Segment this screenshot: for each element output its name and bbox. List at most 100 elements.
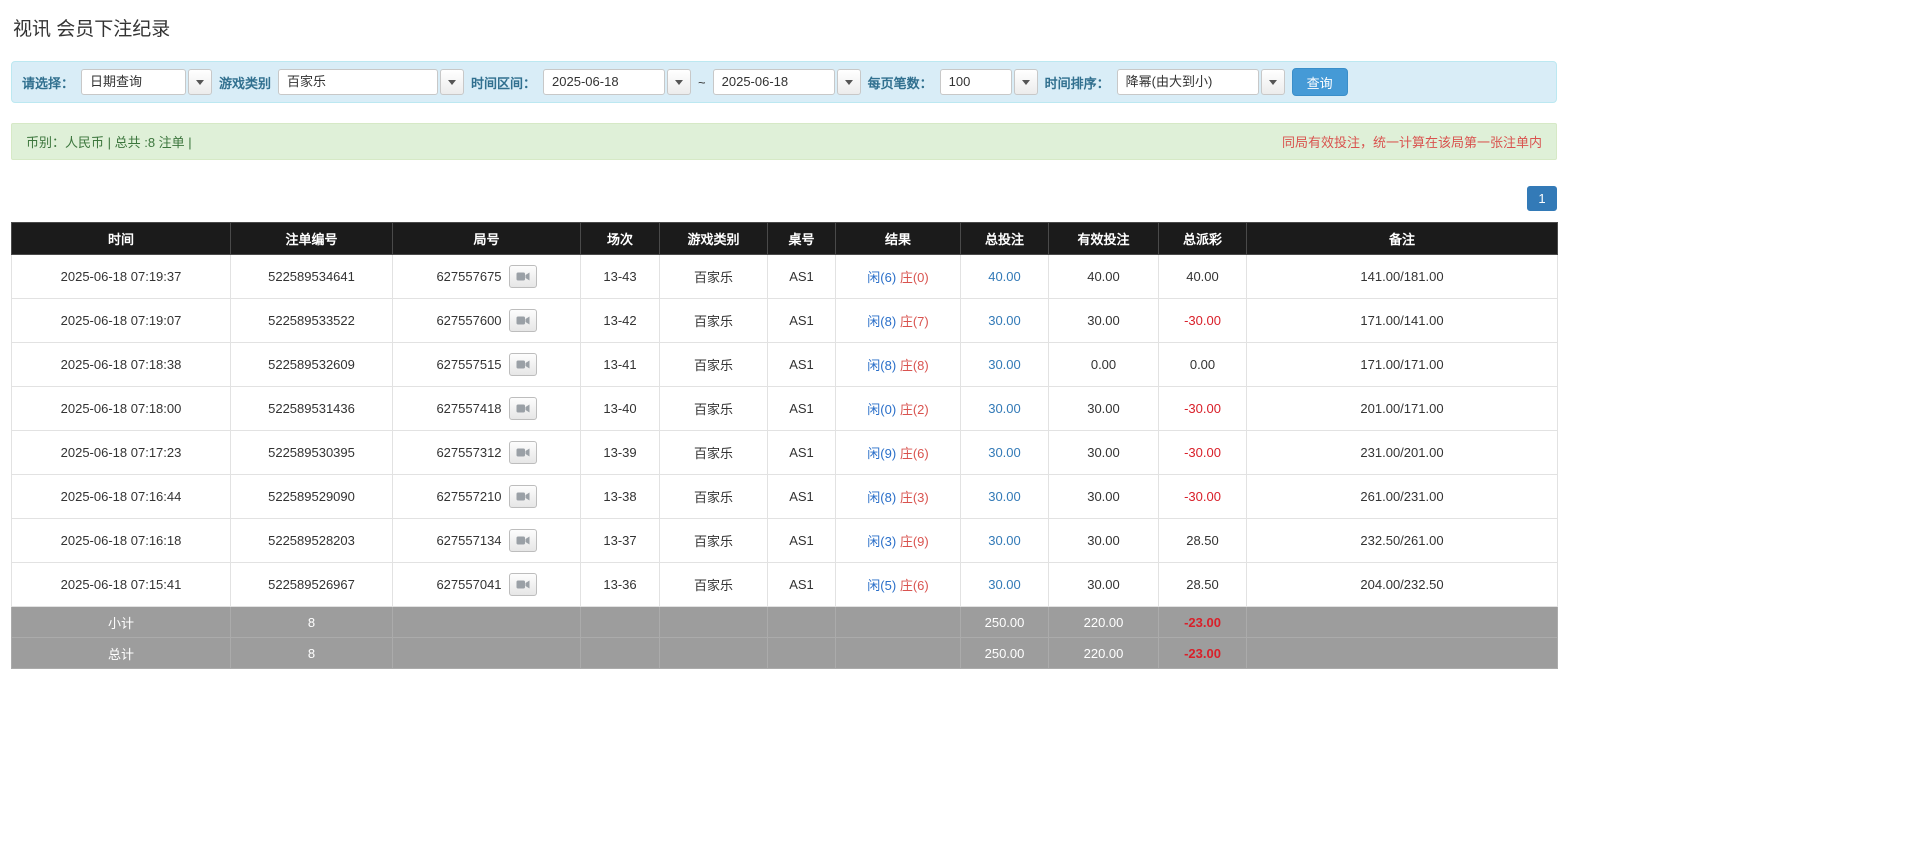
header-payout: 总派彩 xyxy=(1158,222,1247,255)
round-id-text: 627557312 xyxy=(436,445,502,460)
total-bet-link[interactable]: 40.00 xyxy=(988,269,1021,284)
round-id-text: 627557600 xyxy=(436,313,502,328)
cell-game-type: 百家乐 xyxy=(659,562,768,607)
video-replay-icon[interactable] xyxy=(508,441,537,464)
video-replay-icon[interactable] xyxy=(508,265,537,288)
cell-result: 闲(8) 庄(8) xyxy=(835,342,961,387)
total-bet-link[interactable]: 30.00 xyxy=(988,577,1021,592)
date-to-picker[interactable]: 2025-06-18 xyxy=(712,69,861,95)
date-from-picker[interactable]: 2025-06-18 xyxy=(543,69,692,95)
result-player: 闲(6) xyxy=(867,270,897,285)
cell-bet-id: 522589533522 xyxy=(230,298,393,343)
cell-valid-bet: 30.00 xyxy=(1048,518,1159,563)
query-type-value[interactable]: 日期查询 xyxy=(81,69,187,95)
subtotal-valid-bet: 220.00 xyxy=(1048,606,1159,638)
page-size-dropdown[interactable]: 100 xyxy=(939,69,1038,95)
time-sort-label: 时间排序： xyxy=(1044,75,1110,91)
summary-bar: 币别：人民币 | 总共 :8 注单 | 同局有效投注，统一计算在该局第一张注单内 xyxy=(11,123,1557,160)
time-sort-caret-button[interactable] xyxy=(1260,69,1285,95)
chevron-down-icon xyxy=(1268,79,1277,85)
payout-value: 28.50 xyxy=(1186,577,1219,592)
query-type-dropdown[interactable]: 日期查询 xyxy=(81,69,213,95)
total-bet-link[interactable]: 30.00 xyxy=(988,313,1021,328)
result-banker: 庄(6) xyxy=(899,578,929,593)
cell-table-no: AS1 xyxy=(767,342,836,387)
round-id-text: 627557675 xyxy=(436,269,502,284)
page-button-1[interactable]: 1 xyxy=(1527,186,1557,211)
date-to-value[interactable]: 2025-06-18 xyxy=(712,69,835,95)
total-bet-link[interactable]: 30.00 xyxy=(988,357,1021,372)
page-size-caret-button[interactable] xyxy=(1013,69,1038,95)
cell-session: 13-36 xyxy=(580,562,660,607)
header-bet-id: 注单编号 xyxy=(230,222,393,255)
cell-valid-bet: 30.00 xyxy=(1048,298,1159,343)
date-to-caret-button[interactable] xyxy=(836,69,861,95)
query-type-caret-button[interactable] xyxy=(188,69,213,95)
cell-game-type: 百家乐 xyxy=(659,254,768,299)
result-banker: 庄(3) xyxy=(899,490,929,505)
round-id-text: 627557210 xyxy=(436,489,502,504)
header-table-no: 桌号 xyxy=(767,222,836,255)
cell-remark: 232.50/261.00 xyxy=(1246,518,1558,563)
result-banker: 庄(7) xyxy=(899,314,929,329)
filter-bar: 请选择： 日期查询 游戏类别 百家乐 时间区间： 2025-06-18 ~ 20… xyxy=(11,61,1557,103)
video-replay-icon[interactable] xyxy=(508,309,537,332)
cell-session: 13-40 xyxy=(580,386,660,431)
cell-time: 2025-06-18 07:16:44 xyxy=(11,474,231,519)
date-from-value[interactable]: 2025-06-18 xyxy=(543,69,666,95)
cell-payout: -30.00 xyxy=(1158,386,1247,431)
search-button[interactable]: 查询 xyxy=(1291,68,1348,96)
cell-bet-id: 522589529090 xyxy=(230,474,393,519)
cell-session: 13-41 xyxy=(580,342,660,387)
video-replay-icon[interactable] xyxy=(508,397,537,420)
select-type-label: 请选择： xyxy=(22,75,75,91)
cell-round-id: 627557210 xyxy=(392,474,581,519)
round-id-text: 627557041 xyxy=(436,577,502,592)
result-player: 闲(5) xyxy=(867,578,897,593)
cell-result: 闲(5) 庄(6) xyxy=(835,562,961,607)
cell-valid-bet: 30.00 xyxy=(1048,386,1159,431)
total-bet-link[interactable]: 30.00 xyxy=(988,533,1021,548)
time-sort-dropdown[interactable]: 降幂(由大到小) xyxy=(1116,69,1285,95)
date-range-label: 时间区间： xyxy=(471,75,537,91)
game-type-value[interactable]: 百家乐 xyxy=(278,69,439,95)
result-banker: 庄(2) xyxy=(899,402,929,417)
total-bet-link[interactable]: 30.00 xyxy=(988,401,1021,416)
cell-bet-id: 522589531436 xyxy=(230,386,393,431)
cell-remark: 141.00/181.00 xyxy=(1246,254,1558,299)
cell-table-no: AS1 xyxy=(767,254,836,299)
game-type-caret-button[interactable] xyxy=(440,69,465,95)
video-replay-icon[interactable] xyxy=(508,485,537,508)
cell-total-bet: 30.00 xyxy=(960,386,1049,431)
cell-time: 2025-06-18 07:19:07 xyxy=(11,298,231,343)
cell-round-id: 627557134 xyxy=(392,518,581,563)
result-banker: 庄(0) xyxy=(899,270,929,285)
page-size-value[interactable]: 100 xyxy=(939,69,1012,95)
cell-time: 2025-06-18 07:16:18 xyxy=(11,518,231,563)
total-count: 8 xyxy=(230,637,393,669)
total-bet-link[interactable]: 30.00 xyxy=(988,489,1021,504)
video-replay-icon[interactable] xyxy=(508,529,537,552)
cell-payout: -30.00 xyxy=(1158,474,1247,519)
game-type-dropdown[interactable]: 百家乐 xyxy=(278,69,465,95)
header-remark: 备注 xyxy=(1246,222,1558,255)
date-from-caret-button[interactable] xyxy=(667,69,692,95)
time-sort-value[interactable]: 降幂(由大到小) xyxy=(1116,69,1259,95)
table-row: 2025-06-18 07:16:44 522589529090 627557210… xyxy=(11,474,1558,519)
cell-valid-bet: 30.00 xyxy=(1048,474,1159,519)
video-replay-icon[interactable] xyxy=(508,573,537,596)
subtotal-payout: -23.00 xyxy=(1184,614,1221,630)
cell-total-bet: 30.00 xyxy=(960,562,1049,607)
cell-payout: 40.00 xyxy=(1158,254,1247,299)
cell-time: 2025-06-18 07:18:00 xyxy=(11,386,231,431)
cell-total-bet: 30.00 xyxy=(960,518,1049,563)
table-row: 2025-06-18 07:19:07 522589533522 627557600… xyxy=(11,298,1558,343)
table-header: 时间 注单编号 局号 场次 游戏类别 桌号 结果 总投注 有效投注 总派彩 备注 xyxy=(11,222,1558,255)
cell-round-id: 627557600 xyxy=(392,298,581,343)
total-bet-link[interactable]: 30.00 xyxy=(988,445,1021,460)
cell-remark: 201.00/171.00 xyxy=(1246,386,1558,431)
video-replay-icon[interactable] xyxy=(508,353,537,376)
subtotal-row: 小计 8 250.00 220.00 -23.00 xyxy=(11,606,1558,638)
total-row: 总计 8 250.00 220.00 -23.00 xyxy=(11,637,1558,669)
cell-time: 2025-06-18 07:17:23 xyxy=(11,430,231,475)
